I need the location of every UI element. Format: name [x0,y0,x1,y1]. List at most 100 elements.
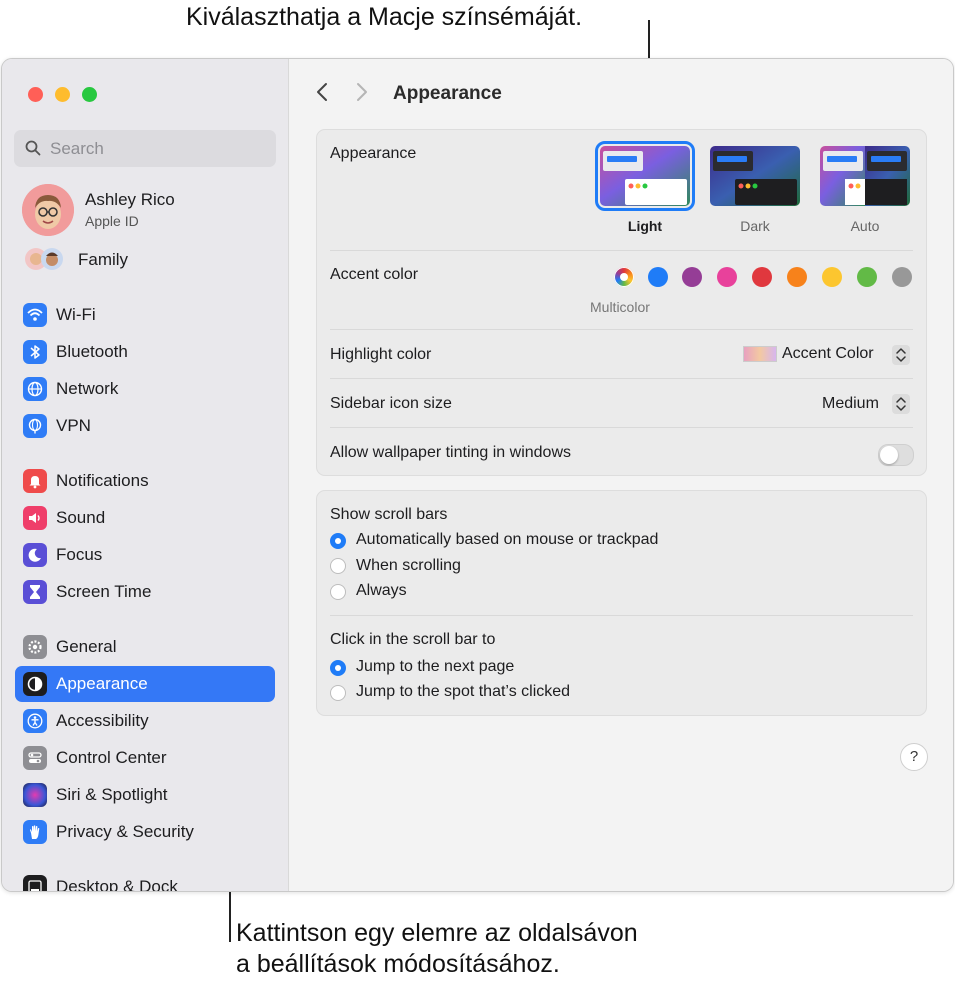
radio-jump-spot-clicked-label[interactable]: Jump to the spot that’s clicked [356,683,570,701]
wallpaper-tinting-toggle[interactable] [878,444,914,466]
wallpaper-tinting-label: Allow wallpaper tinting in windows [330,444,572,461]
sidebar-item-focus[interactable]: Focus [15,537,275,573]
avatar[interactable] [22,184,74,236]
radio-scroll-when-scrolling-label[interactable]: When scrolling [356,557,461,575]
callout-color-scheme: Kiválaszthatja a Macje színsémáját. [186,3,583,31]
sidebar-item-desktop-dock[interactable]: Desktop & Dock [15,869,275,892]
bell-icon [23,469,47,493]
sidebar-item-privacy-security[interactable]: Privacy & Security [15,814,275,850]
wifi-icon [23,303,47,327]
appearance-label: Appearance [330,145,417,162]
accent-selected-label: Multicolor [590,299,650,315]
radio-scroll-when-scrolling[interactable] [330,558,346,574]
appearance-dark-option[interactable] [710,146,800,206]
search-placeholder: Search [50,139,104,158]
sidebar-item-network[interactable]: Network [15,371,275,407]
sidebar-item-label: Siri & Spotlight [56,785,168,804]
sidebar-item-general[interactable]: General [15,629,275,665]
accent-green-swatch[interactable] [857,267,877,287]
accent-yellow-swatch[interactable] [822,267,842,287]
appearance-light-label: Light [627,218,663,234]
family-icon[interactable] [24,246,66,272]
back-chevron-icon[interactable] [315,81,329,110]
sidebar-item-accessibility[interactable]: Accessibility [15,703,275,739]
sidebar-item-appearance[interactable]: Appearance [15,666,275,702]
sidebar-item-vpn[interactable]: VPN [15,408,275,444]
control-center-icon [23,746,47,770]
divider [330,378,913,379]
scroll-bars-group: Show scroll bars Automatically based on … [316,490,927,716]
sidebar-item-wifi[interactable]: Wi-Fi [15,297,275,333]
light-preview-icon [600,146,690,206]
search-icon [25,140,41,156]
accent-red-swatch[interactable] [752,267,772,287]
hourglass-icon [23,580,47,604]
appearance-auto-option[interactable] [820,146,910,206]
bluetooth-icon [23,340,47,364]
radio-scroll-auto[interactable] [330,533,346,549]
accessibility-icon [23,709,47,733]
search-field[interactable]: Search [14,130,276,167]
show-scroll-bars-label: Show scroll bars [330,506,448,523]
accent-blue-swatch[interactable] [648,267,668,287]
profile-name[interactable]: Ashley Rico [85,190,175,210]
divider [330,427,913,428]
click-scroll-bar-label: Click in the scroll bar to [330,631,496,648]
vpn-globe-icon [23,414,47,438]
help-button[interactable]: ? [900,743,928,771]
multicolor-selected-dot [620,273,628,281]
family-label[interactable]: Family [78,250,128,270]
memoji-icon [22,184,74,236]
sidebar-item-label: VPN [56,416,91,435]
accent-purple-swatch[interactable] [682,267,702,287]
accent-pink-swatch[interactable] [717,267,737,287]
sidebar-item-siri-spotlight[interactable]: Siri & Spotlight [15,777,275,813]
accent-orange-swatch[interactable] [787,267,807,287]
profile-subtitle: Apple ID [85,213,139,229]
callout-sidebar-line1: Kattintson egy elemre az oldalsávon [236,919,638,947]
minimize-button[interactable] [55,87,70,102]
highlight-color-popup[interactable]: Accent Color [782,345,874,363]
radio-scroll-always-label[interactable]: Always [356,582,407,600]
radio-scroll-auto-label[interactable]: Automatically based on mouse or trackpad [356,531,658,549]
sidebar-item-bluetooth[interactable]: Bluetooth [15,334,275,370]
icon-size-stepper-icon[interactable] [892,394,910,414]
appearance-light-option[interactable] [595,141,695,211]
callout-sidebar: Kattintson egy elemre az oldalsávon a be… [236,918,638,981]
main-panel: Appearance Appearance Light Dark Auto Ac… [289,59,953,891]
appearance-icon [23,672,47,696]
gear-icon [23,635,47,659]
highlight-stepper-icon[interactable] [892,345,910,365]
accent-multicolor-swatch[interactable] [614,267,634,287]
sidebar-icon-size-popup[interactable]: Medium [822,395,879,413]
appearance-auto-label: Auto [850,218,880,234]
radio-jump-next-page[interactable] [330,660,346,676]
forward-chevron-icon[interactable] [355,81,369,110]
radio-scroll-always[interactable] [330,584,346,600]
sidebar-item-label: Bluetooth [56,342,128,361]
sidebar-item-label: Network [56,379,119,398]
sidebar-item-sound[interactable]: Sound [15,500,275,536]
speaker-icon [23,506,47,530]
sidebar-icon-size-label: Sidebar icon size [330,395,452,412]
radio-jump-spot-clicked[interactable] [330,685,346,701]
radio-jump-next-page-label[interactable]: Jump to the next page [356,658,514,676]
zoom-button[interactable] [82,87,97,102]
divider [330,329,913,330]
dock-icon [23,875,47,891]
sidebar-item-label: Accessibility [56,711,149,730]
siri-icon [23,783,47,807]
accent-color-label: Accent color [330,266,419,283]
sidebar-item-notifications[interactable]: Notifications [15,463,275,499]
sidebar: Search Ashley Rico Apple ID Family Wi-Fi… [2,59,289,891]
sidebar-item-control-center[interactable]: Control Center [15,740,275,776]
sidebar-item-label: Wi-Fi [56,305,96,324]
accent-graphite-swatch[interactable] [892,267,912,287]
sidebar-item-label: Desktop & Dock [56,877,178,892]
sidebar-item-label: Notifications [56,471,149,490]
sidebar-item-screen-time[interactable]: Screen Time [15,574,275,610]
sidebar-item-label: Screen Time [56,582,152,601]
divider [330,615,913,616]
close-button[interactable] [28,87,43,102]
dark-preview-icon [710,146,800,206]
